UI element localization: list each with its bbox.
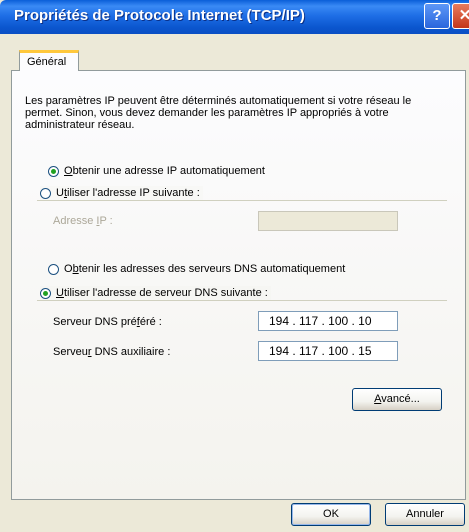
window-title: Propriétés de Protocole Internet (TCP/IP… [14, 7, 305, 24]
title-bar[interactable]: Propriétés de Protocole Internet (TCP/IP… [0, 0, 469, 34]
help-button[interactable]: ? [424, 3, 450, 29]
tab-general[interactable]: Général [19, 50, 79, 71]
preferred-dns-field[interactable]: 194 . 117 . 100 . 10 [258, 311, 398, 331]
general-tab-panel [11, 70, 466, 500]
ip-group-frame [37, 200, 447, 201]
radio-selected-icon [48, 165, 59, 177]
advanced-button[interactable]: Avancé... [352, 388, 442, 411]
tcpip-properties-dialog: Propriétés de Protocole Internet (TCP/IP… [0, 0, 469, 532]
alternate-dns-field[interactable]: 194 . 117 . 100 . 15 [258, 341, 398, 361]
radio-dns-automatic[interactable]: Obtenir les adresses des serveurs DNS au… [48, 262, 345, 276]
radio-dns-automatic-label: Obtenir les adresses des serveurs DNS au… [64, 263, 346, 275]
ip-address-label: Adresse IP : [53, 215, 113, 227]
radio-ip-manual[interactable]: Utiliser l'adresse IP suivante : [40, 186, 203, 200]
tab-general-label: Général [27, 56, 67, 68]
radio-unselected-icon [40, 187, 51, 199]
help-icon: ? [432, 7, 442, 24]
close-button[interactable]: ✕ [452, 3, 469, 29]
radio-unselected-icon [48, 263, 59, 275]
description-text: Les paramètres IP peuvent être déterminé… [25, 95, 412, 131]
dns-group-frame [37, 300, 447, 301]
radio-ip-automatic-label: Obtenir une adresse IP automatiquement [64, 165, 265, 177]
radio-dns-manual-label: Utiliser l'adresse de serveur DNS suivan… [56, 287, 268, 299]
alternate-dns-label: Serveur DNS auxiliaire : [53, 346, 171, 358]
radio-ip-automatic[interactable]: Obtenir une adresse IP automatiquement [48, 164, 265, 178]
radio-dns-manual[interactable]: Utiliser l'adresse de serveur DNS suivan… [40, 286, 271, 300]
cancel-button[interactable]: Annuler [385, 503, 465, 526]
radio-selected-icon [40, 287, 51, 299]
radio-ip-manual-label: Utiliser l'adresse IP suivante : [56, 187, 200, 199]
close-icon: ✕ [458, 7, 469, 24]
ok-button[interactable]: OK [291, 503, 371, 526]
ip-address-field[interactable] [258, 211, 398, 231]
preferred-dns-label: Serveur DNS préféré : [53, 316, 162, 328]
